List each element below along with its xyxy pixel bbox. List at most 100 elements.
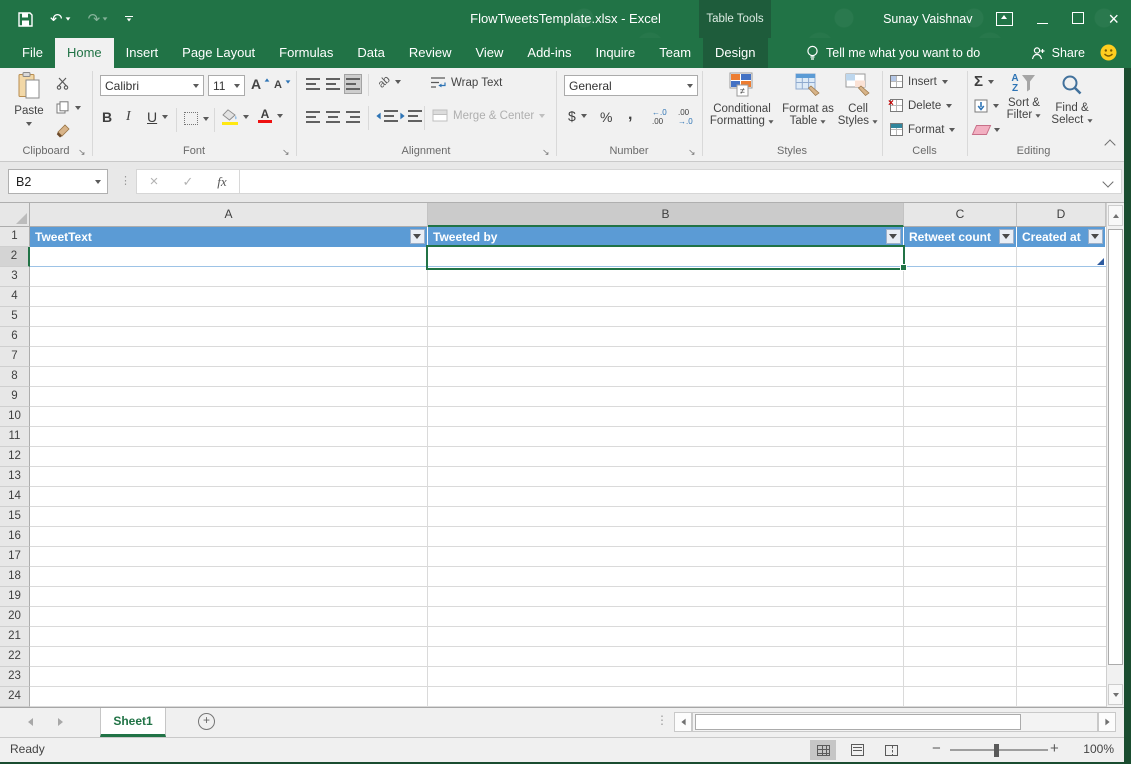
tab-page-layout[interactable]: Page Layout — [170, 38, 267, 68]
save-icon[interactable] — [18, 12, 33, 27]
grid-row-21[interactable] — [30, 627, 1106, 647]
top-align-button[interactable] — [304, 74, 322, 94]
zoom-in-button[interactable]: + — [1050, 740, 1059, 757]
horizontal-scroll-thumb[interactable] — [695, 714, 1021, 730]
insert-cells-button[interactable]: Insert — [890, 75, 948, 88]
increase-font-size-button[interactable]: A — [251, 76, 270, 92]
page-layout-view-button[interactable] — [844, 740, 870, 760]
name-box[interactable]: B2 — [8, 169, 108, 194]
share-button[interactable]: Share — [1031, 38, 1085, 68]
conditional-formatting-button[interactable]: ≠ Conditional Formatting — [706, 72, 778, 127]
hscroll-left-button[interactable] — [674, 712, 692, 732]
row-header-8[interactable]: 8 — [0, 367, 30, 387]
tab-insert[interactable]: Insert — [114, 38, 171, 68]
zoom-slider-track[interactable] — [950, 749, 1048, 751]
merge-center-button[interactable]: Merge & Center — [432, 109, 545, 122]
alignment-dialog-launcher[interactable]: ↘ — [542, 147, 552, 157]
grid-row-11[interactable] — [30, 427, 1106, 447]
customize-qat-button[interactable] — [125, 16, 133, 22]
vertical-scrollbar[interactable] — [1106, 203, 1124, 707]
tab-add-ins[interactable]: Add-ins — [515, 38, 583, 68]
column-header-C[interactable]: C — [904, 203, 1017, 227]
row-header-18[interactable]: 18 — [0, 567, 30, 587]
row-header-12[interactable]: 12 — [0, 447, 30, 467]
grid-row-6[interactable] — [30, 327, 1106, 347]
font-name-combo[interactable]: Calibri — [100, 75, 204, 96]
row-header-17[interactable]: 17 — [0, 547, 30, 567]
italic-button[interactable]: I — [126, 109, 131, 125]
vertical-scroll-thumb[interactable] — [1108, 229, 1123, 665]
row-header-14[interactable]: 14 — [0, 487, 30, 507]
table-header-cell-A[interactable]: TweetText — [30, 227, 428, 247]
new-sheet-button[interactable]: + — [198, 713, 215, 730]
tab-file[interactable]: File — [10, 38, 55, 68]
grid-row-18[interactable] — [30, 567, 1106, 587]
filter-button-C[interactable] — [999, 229, 1014, 244]
page-break-view-button[interactable] — [878, 740, 904, 760]
comma-style-button[interactable]: , — [628, 106, 632, 124]
clear-button[interactable] — [974, 125, 1000, 135]
row-header-3[interactable]: 3 — [0, 267, 30, 287]
grid-row-3[interactable] — [30, 267, 1106, 287]
delete-cells-button[interactable]: × Delete — [890, 99, 952, 112]
decrease-font-size-button[interactable]: A — [274, 79, 291, 91]
tab-team[interactable]: Team — [647, 38, 703, 68]
font-size-combo[interactable]: 11 — [208, 75, 245, 96]
minimize-button[interactable] — [1037, 12, 1048, 27]
grid-row-7[interactable] — [30, 347, 1106, 367]
bold-button[interactable]: B — [102, 109, 112, 125]
number-format-combo[interactable]: General — [564, 75, 698, 96]
format-painter-button[interactable] — [56, 124, 70, 138]
orientation-button[interactable]: ab — [378, 76, 401, 88]
underline-button[interactable]: U — [147, 109, 168, 125]
sheet-tab-sheet1[interactable]: Sheet1 — [100, 708, 166, 737]
grid-row-19[interactable] — [30, 587, 1106, 607]
borders-button[interactable] — [184, 112, 209, 125]
cell-styles-button[interactable]: Cell Styles — [836, 72, 880, 127]
format-cells-button[interactable]: Format — [890, 123, 955, 136]
zoom-out-button[interactable]: − — [932, 740, 941, 757]
horizontal-scrollbar[interactable] — [692, 712, 1098, 732]
row-header-5[interactable]: 5 — [0, 307, 30, 327]
grid-row-5[interactable] — [30, 307, 1106, 327]
row-header-16[interactable]: 16 — [0, 527, 30, 547]
close-button[interactable]: × — [1108, 10, 1119, 28]
tab-review[interactable]: Review — [397, 38, 464, 68]
increase-decimal-button[interactable]: ←.0.00 — [652, 108, 667, 126]
align-center-button[interactable] — [324, 107, 342, 127]
accounting-format-button[interactable]: $ — [568, 108, 587, 124]
row-header-23[interactable]: 23 — [0, 667, 30, 687]
font-color-button[interactable]: A — [258, 109, 283, 123]
column-header-B[interactable]: B — [428, 203, 904, 227]
grid-row-13[interactable] — [30, 467, 1106, 487]
decrease-indent-button[interactable] — [376, 110, 398, 122]
grid-row-14[interactable] — [30, 487, 1106, 507]
cancel-formula-icon[interactable]: × — [137, 173, 171, 190]
autosum-button[interactable]: Σ — [974, 74, 994, 89]
table-header-cell-B[interactable]: Tweeted by — [428, 227, 904, 247]
increase-indent-button[interactable] — [400, 110, 422, 122]
row-header-4[interactable]: 4 — [0, 287, 30, 307]
undo-button[interactable]: ↶ — [50, 12, 71, 27]
grid-row-15[interactable] — [30, 507, 1106, 527]
grid-row-23[interactable] — [30, 667, 1106, 687]
row-header-19[interactable]: 19 — [0, 587, 30, 607]
row-header-7[interactable]: 7 — [0, 347, 30, 367]
row-header-15[interactable]: 15 — [0, 507, 30, 527]
row-header-20[interactable]: 20 — [0, 607, 30, 627]
middle-align-button[interactable] — [324, 74, 342, 94]
row-header-9[interactable]: 9 — [0, 387, 30, 407]
grid-row-12[interactable] — [30, 447, 1106, 467]
ribbon-display-options-icon[interactable] — [996, 12, 1013, 26]
paste-button[interactable]: Paste — [8, 72, 50, 129]
grid-row-10[interactable] — [30, 407, 1106, 427]
fill-color-button[interactable] — [222, 109, 249, 125]
align-left-button[interactable] — [304, 107, 322, 127]
worksheet-grid[interactable]: ATweetTextBTweeted byCRetweet countDCrea… — [0, 203, 1106, 707]
row-header-6[interactable]: 6 — [0, 327, 30, 347]
tell-me-box[interactable]: Tell me what you want to do — [806, 38, 980, 68]
fill-handle[interactable] — [900, 264, 907, 271]
scroll-up-button[interactable] — [1108, 205, 1123, 226]
filter-button-B[interactable] — [886, 229, 901, 244]
column-header-A[interactable]: A — [30, 203, 428, 227]
